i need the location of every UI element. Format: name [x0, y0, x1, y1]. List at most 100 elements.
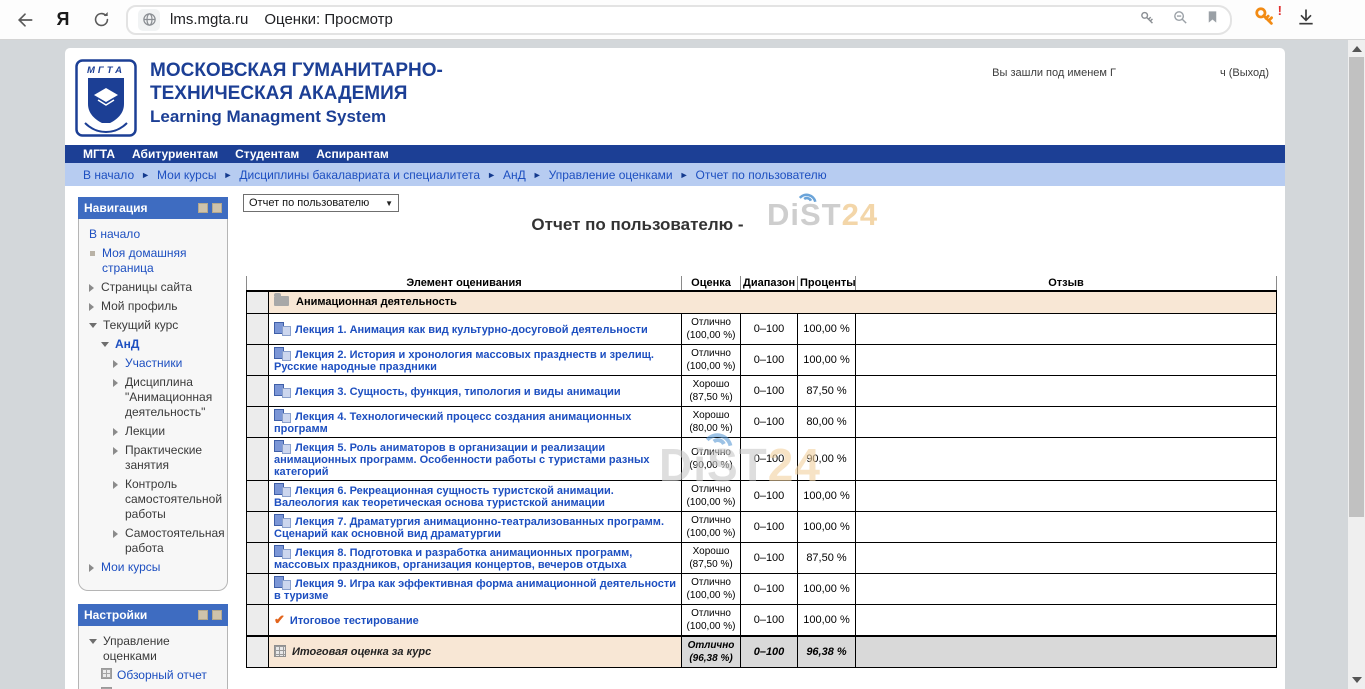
breadcrumb-separator-icon: ► [487, 170, 496, 180]
total-name: Итоговая оценка за курс [292, 646, 431, 658]
sidebar-item[interactable]: Дисциплина "Анимационная деятельность" [83, 373, 223, 422]
settings-block: Настройки Управление оценкамиОбзорный от… [78, 604, 228, 689]
logout-link[interactable]: ч (Выход) [1220, 67, 1269, 79]
lesson-icon [274, 347, 289, 360]
nav-item-0[interactable]: МГТА [83, 147, 115, 161]
breadcrumb-link-2[interactable]: Дисциплины бакалавриата и специалитета [239, 168, 480, 182]
grade-item-link[interactable]: Лекция 8. Подготовка и разработка анимац… [274, 547, 632, 571]
password-manager-alert[interactable]: ! [1254, 6, 1276, 33]
sidebar-item[interactable]: Страницы сайта [83, 278, 223, 297]
range-cell: 0–100 [741, 604, 798, 636]
scrollbar-thumb[interactable] [1349, 57, 1364, 517]
saved-passwords-icon[interactable] [1139, 9, 1156, 31]
dock-block-icon[interactable] [212, 203, 222, 213]
range-cell: 0–100 [741, 313, 798, 344]
site-badge[interactable] [138, 9, 160, 31]
indent-cell [247, 480, 269, 511]
percent-cell: 90,00 % [798, 437, 856, 480]
lesson-icon [274, 483, 289, 496]
academy-name-line2: ТЕХНИЧЕСКАЯ АКАДЕМИЯ [150, 82, 443, 105]
grade-item-link[interactable]: Лекция 4. Технологический процесс создан… [274, 411, 631, 435]
sidebar-item-label: АнД [115, 337, 139, 352]
sidebar-item[interactable]: Управление оценками [83, 632, 223, 666]
bookmark-icon[interactable] [1205, 9, 1220, 30]
sidebar-item[interactable]: Лекции [83, 422, 223, 441]
report-title: Отчет по пользователю - [240, 215, 1035, 235]
address-bar[interactable]: lms.mgta.ru Оценки: Просмотр [126, 5, 1232, 35]
item-name-cell: Лекция 9. Игра как эффективная форма ани… [269, 573, 682, 604]
grade-label: Отлично [685, 316, 737, 329]
grade-cell: Отлично(100,00 %) [682, 573, 741, 604]
page-background: МГТА МОСКОВСКАЯ ГУМАНИТАРНО- ТЕХНИЧЕСКАЯ… [0, 40, 1348, 689]
sidebar-item[interactable]: Обзорный отчет [83, 666, 223, 685]
course-total-row: Итоговая оценка за курс Отлично(96,38 %) 0… [247, 636, 1277, 668]
sidebar-item[interactable]: В начало [83, 225, 223, 244]
quiz-check-icon: ✔ [274, 612, 285, 627]
scroll-down-arrow-icon[interactable] [1352, 677, 1362, 683]
grade-item-link[interactable]: Лекция 6. Рекреационная сущность туристс… [274, 485, 614, 509]
grade-label: Хорошо [685, 545, 737, 558]
grade-percent: (100,00 %) [685, 527, 737, 540]
indent-cell [247, 604, 269, 636]
column-header-item: Элемент оценивания [247, 276, 682, 291]
item-name-cell: Лекция 5. Роль аниматоров в организации … [269, 437, 682, 480]
breadcrumb-link-1[interactable]: Мои курсы [157, 168, 216, 182]
grade-item-link[interactable]: Лекция 5. Роль аниматоров в организации … [274, 442, 650, 478]
sidebar-item[interactable]: Отчет по пользователю [83, 685, 223, 689]
lesson-icon [274, 322, 289, 335]
range-cell: 0–100 [741, 636, 798, 668]
breadcrumb-link-3[interactable]: АнД [503, 168, 526, 182]
sidebar-item-label: Дисциплина "Анимационная деятельность" [125, 375, 223, 420]
sidebar-item[interactable]: Текущий курс [83, 316, 223, 335]
percent-cell: 100,00 % [798, 604, 856, 636]
grade-item-link[interactable]: Лекция 3. Сущность, функция, типология и… [295, 386, 621, 398]
grade-label: Отлично [685, 639, 737, 652]
sidebar-item[interactable]: АнД [83, 335, 223, 354]
sidebar-item[interactable]: Мой профиль [83, 297, 223, 316]
page-title-text: Оценки: Просмотр [264, 11, 393, 28]
column-header-percent: Проценты [798, 276, 856, 291]
nav-item-2[interactable]: Студентам [235, 147, 299, 161]
login-prefix: Вы зашли под именем Г [992, 67, 1116, 79]
breadcrumb-link-4[interactable]: Управление оценками [549, 168, 673, 182]
breadcrumb-link-0[interactable]: В начало [83, 168, 134, 182]
download-button[interactable] [1296, 7, 1316, 32]
range-cell: 0–100 [741, 375, 798, 406]
back-button[interactable] [12, 7, 38, 33]
collapse-block-icon[interactable] [198, 610, 208, 620]
grade-label: Отлично [685, 483, 737, 496]
grade-item-link[interactable]: Лекция 9. Игра как эффективная форма ани… [274, 578, 676, 602]
grade-cell: Отлично(100,00 %) [682, 480, 741, 511]
report-type-value: Отчет по пользователю [249, 197, 369, 209]
url-domain[interactable]: lms.mgta.ru [170, 11, 248, 28]
nav-item-1[interactable]: Абитуриентам [132, 147, 218, 161]
sidebar-item[interactable]: Контроль самостоятельной работы [83, 475, 223, 524]
signal-arcs-icon [795, 183, 822, 204]
report-type-select[interactable]: Отчет по пользователю ▼ [243, 194, 399, 212]
sidebar-item[interactable]: Самостоятельная работа [83, 524, 223, 558]
feedback-cell [856, 636, 1277, 668]
sidebar-item[interactable]: Моя домашняя страница [83, 244, 223, 278]
yandex-logo[interactable]: Я [50, 7, 76, 33]
dock-block-icon[interactable] [212, 610, 222, 620]
sidebar-item[interactable]: Участники [83, 354, 223, 373]
grade-item-link[interactable]: Лекция 1. Анимация как вид культурно-дос… [295, 324, 648, 336]
refresh-icon [92, 10, 111, 29]
scroll-up-arrow-icon[interactable] [1352, 46, 1362, 52]
nav-item-3[interactable]: Аспирантам [316, 147, 389, 161]
expanded-arrow-icon [89, 639, 97, 644]
collapse-block-icon[interactable] [198, 203, 208, 213]
scrollbar[interactable] [1348, 40, 1365, 689]
zoom-page-icon[interactable] [1172, 9, 1189, 31]
refresh-button[interactable] [88, 7, 114, 33]
grade-percent: (100,00 %) [685, 620, 737, 633]
grade-item-link[interactable]: Лекция 7. Драматургия анимационно-театра… [274, 516, 664, 540]
breadcrumb-link-5[interactable]: Отчет по пользователю [696, 168, 827, 182]
sidebar-item[interactable]: Практические занятия [83, 441, 223, 475]
grade-item-link[interactable]: Итоговое тестирование [290, 615, 419, 627]
grade-percent: (96,38 %) [685, 652, 737, 665]
grade-item-link[interactable]: Лекция 2. История и хронология массовых … [274, 349, 654, 373]
sidebar-item[interactable]: Мои курсы [83, 558, 223, 577]
grade-percent: (87,50 %) [685, 558, 737, 571]
item-name-cell: Лекция 1. Анимация как вид культурно-дос… [269, 313, 682, 344]
